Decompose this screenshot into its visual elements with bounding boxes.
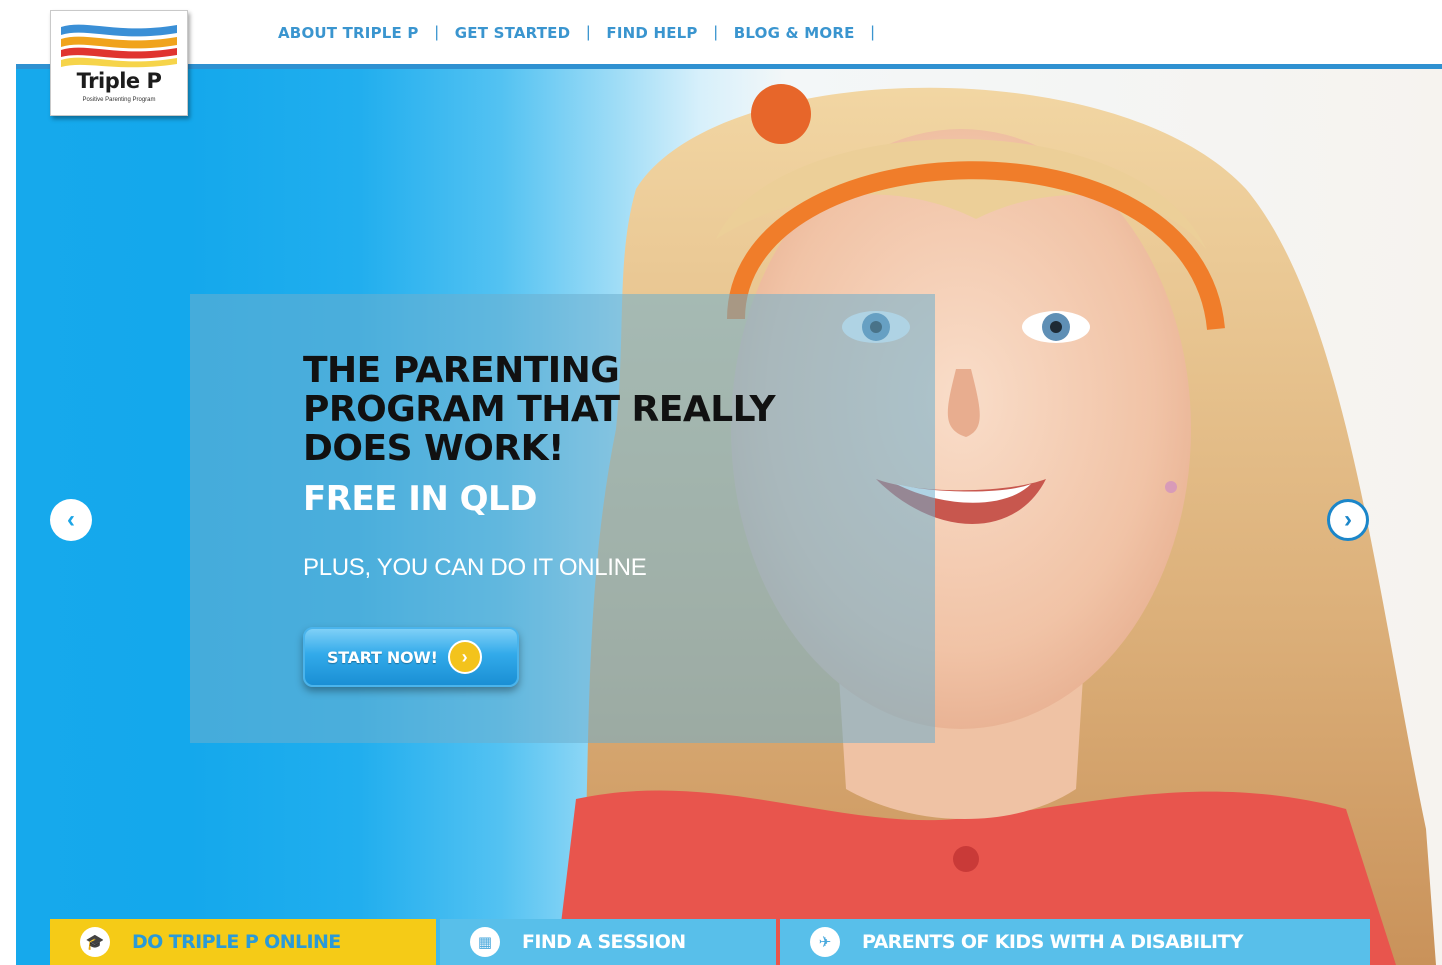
nav-get-started[interactable]: GET STARTED [455,24,571,42]
logo-flag-icon [61,24,177,68]
carousel-next-button[interactable]: › [1327,499,1369,541]
nav-find-help[interactable]: FIND HELP [606,24,697,42]
chevron-left-icon: ‹ [67,506,75,533]
tab-label: DO TRIPLE P ONLINE [132,931,341,953]
hero-tagline: PLUS, YOU CAN DO IT ONLINE [303,554,647,581]
tab-parents-of-kids-with-a-disability[interactable]: ✈ PARENTS OF KIDS WITH A DISABILITY [780,919,1370,965]
site-header: Triple P Positive Parenting Program ABOU… [0,0,1442,116]
logo-tagline: Positive Parenting Program [82,97,156,103]
graduation-cap-icon: 🎓 [80,927,110,957]
bird-icon: ✈ [810,927,840,957]
nav-separator: | [586,24,591,41]
tab-label: FIND A SESSION [522,931,686,953]
nav-blog-and-more[interactable]: BLOG & MORE [734,24,855,42]
nav-separator: | [870,24,875,41]
chevron-right-icon: › [1344,506,1352,533]
quick-links-tabs: 🎓 DO TRIPLE P ONLINE ▦ FIND A SESSION ✈ … [50,919,1370,965]
tab-do-triple-p-online[interactable]: 🎓 DO TRIPLE P ONLINE [50,919,436,965]
main-nav: ABOUT TRIPLE P | GET STARTED | FIND HELP… [278,24,891,42]
hero-carousel: THE PARENTING PROGRAM THAT REALLY DOES W… [16,69,1442,965]
tab-find-a-session[interactable]: ▦ FIND A SESSION [440,919,776,965]
headline-line-2: PROGRAM THAT REALLY [303,389,776,430]
logo-name: Triple P [76,69,162,93]
headline-line-1: THE PARENTING [303,350,620,391]
start-now-button[interactable]: START NOW! › [303,627,519,687]
start-now-label: START NOW! [327,647,438,667]
tab-label: PARENTS OF KIDS WITH A DISABILITY [862,931,1244,953]
calendar-icon: ▦ [470,927,500,957]
nav-about-triple-p[interactable]: ABOUT TRIPLE P [278,24,419,42]
chevron-right-icon: › [447,640,482,674]
headline-line-3: DOES WORK! [303,428,564,469]
nav-separator: | [434,24,439,41]
nav-separator: | [713,24,718,41]
hero-subheadline: FREE IN QLD [303,479,537,519]
carousel-prev-button[interactable]: ‹ [50,499,92,541]
triple-p-logo[interactable]: Triple P Positive Parenting Program [50,10,188,116]
hero-headline: THE PARENTING PROGRAM THAT REALLY DOES W… [303,351,823,468]
